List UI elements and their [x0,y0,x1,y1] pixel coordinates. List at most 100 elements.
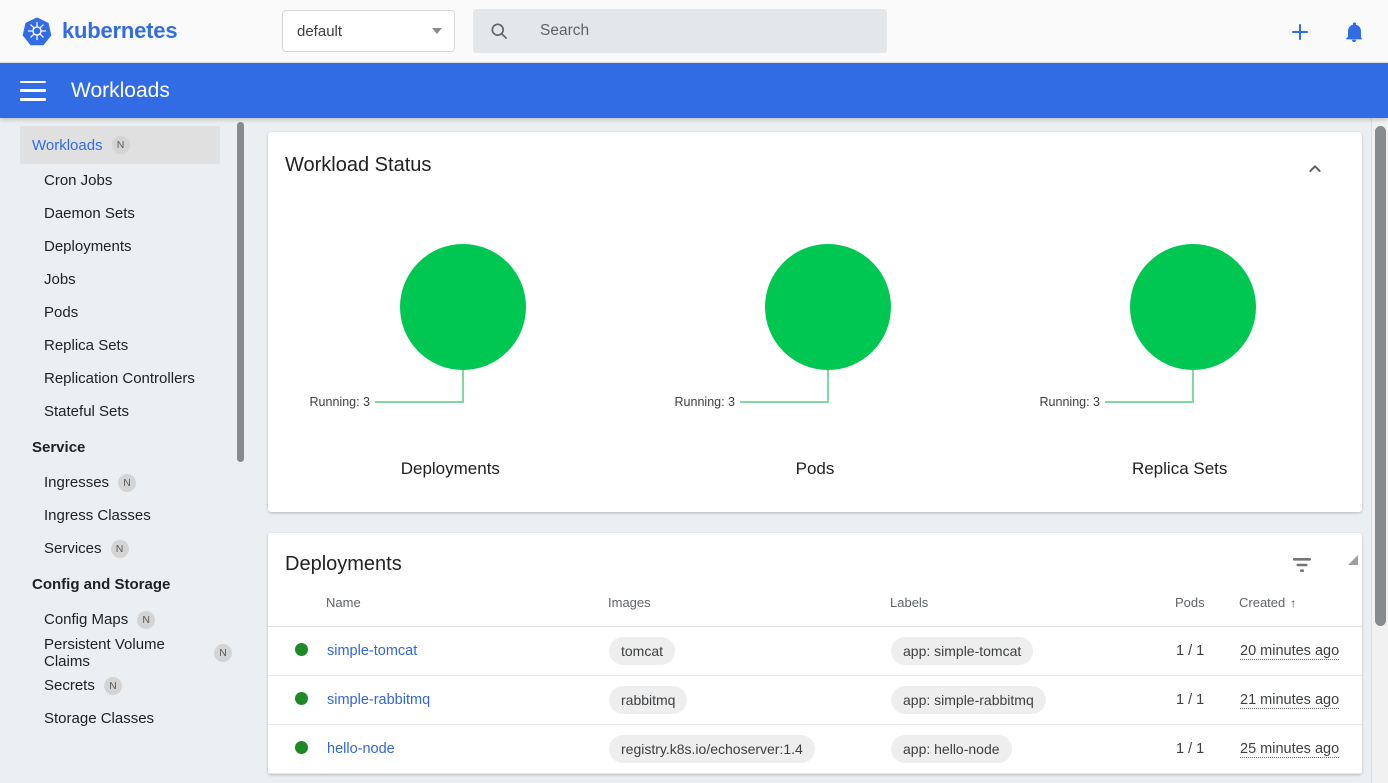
namespace-value: default [297,23,432,40]
namespace-selector[interactable]: default [282,10,455,52]
pie-slice-running[interactable] [765,244,891,370]
leader-line [375,370,463,402]
sidebar-item-ingresses[interactable]: Ingresses N [0,466,232,499]
leader-line [740,370,828,402]
created-timestamp: 25 minutes ago [1240,741,1339,758]
namespaced-badge: N [214,644,232,662]
replica-sets-pie-chart[interactable]: Running: 3 [1000,237,1360,437]
sidebar-item-workloads[interactable]: Workloads N [20,126,220,164]
collapse-card-button[interactable] [1304,158,1326,180]
sidebar-item-services[interactable]: Services N [0,532,232,565]
row-name-cell: simple-tomcat [326,627,608,676]
page-app-bar: Workloads [0,63,1388,118]
page-scrollbar-thumb[interactable] [1375,126,1386,626]
sidebar-item-label: Replication Controllers [44,370,195,387]
namespaced-badge: N [111,540,129,558]
deployments-card-header: Deployments [268,533,1362,595]
pie-label-running: Running: 3 [310,395,371,409]
topbar-actions [1284,0,1370,63]
sidebar-item-label: Persistent Volume Claims [44,636,205,670]
main-content: Workload Status Running: 3 Deployments [248,118,1371,783]
sidebar-item-label: Jobs [44,271,76,288]
table-row[interactable]: simple-tomcat tomcat app: simple-tomcat … [268,627,1362,676]
sidebar-item-replication-controllers[interactable]: Replication Controllers [0,362,232,395]
sidebar-item-pods[interactable]: Pods [0,296,232,329]
table-row[interactable]: hello-node registry.k8s.io/echoserver:1.… [268,725,1362,774]
row-pods-cell: 1 / 1 [1175,725,1239,774]
pie-label-running: Running: 3 [1039,395,1100,409]
sidebar-item-deployments[interactable]: Deployments [0,230,232,263]
page-title: Workloads [71,79,170,103]
chart-title-replica-sets: Replica Sets [1132,459,1227,479]
deployments-table: Name Images Labels Pods Created↑ simple-… [268,595,1362,774]
sidebar-item-label: Config Maps [44,611,128,628]
deployments-pie-chart[interactable]: Running: 3 [270,237,630,437]
brand[interactable]: kubernetes [22,16,244,46]
namespaced-badge: N [112,136,130,154]
notifications-button[interactable] [1338,16,1370,48]
image-chip: registry.k8s.io/echoserver:1.4 [609,735,815,763]
row-name-cell: simple-rabbitmq [326,676,608,725]
chart-replica-sets: Running: 3 Replica Sets [997,237,1362,479]
table-row[interactable]: simple-rabbitmq rabbitmq app: simple-rab… [268,676,1362,725]
sidebar-item-cron-jobs[interactable]: Cron Jobs [0,164,232,197]
pie-slice-running[interactable] [400,244,526,370]
row-status-cell [268,627,326,676]
search-input[interactable] [538,21,871,41]
pods-pie-chart[interactable]: Running: 3 [635,237,995,437]
row-labels-cell: app: hello-node [890,725,1175,774]
sidebar-item-ingress-classes[interactable]: Ingress Classes [0,499,232,532]
sidebar-item-storage-classes[interactable]: Storage Classes [0,702,232,735]
chart-pods: Running: 3 Pods [633,237,998,479]
sidebar-item-jobs[interactable]: Jobs [0,263,232,296]
column-header-created-label: Created [1239,595,1285,610]
row-images-cell: tomcat [608,627,890,676]
chevron-down-icon [432,28,442,34]
pie-slice-running[interactable] [1130,244,1256,370]
sidebar-item-daemon-sets[interactable]: Daemon Sets [0,197,232,230]
label-chip: app: simple-tomcat [891,637,1033,665]
row-labels-cell: app: simple-rabbitmq [890,676,1175,725]
column-header-pods[interactable]: Pods [1175,595,1239,627]
page-scrollbar[interactable] [1371,118,1388,783]
resize-grip-icon[interactable] [1348,555,1358,565]
namespaced-badge: N [118,474,136,492]
kubernetes-helm-logo [22,16,52,46]
leader-line [1105,370,1193,402]
sidebar-item-label: Workloads [32,137,103,154]
workload-status-card: Workload Status Running: 3 Deployments [268,132,1362,512]
column-header-images[interactable]: Images [608,595,890,627]
column-header-name[interactable]: Name [326,595,608,627]
add-resource-button[interactable] [1284,16,1316,48]
sidebar-item-stateful-sets[interactable]: Stateful Sets [0,395,232,428]
sidebar-item-label: Pods [44,304,78,321]
sidebar-item-label: Storage Classes [44,710,154,727]
sidebar-item-label: Replica Sets [44,337,128,354]
column-header-created[interactable]: Created↑ [1239,595,1362,627]
search-bar[interactable] [473,9,887,53]
sidebar-scrollbar-thumb[interactable] [237,122,244,462]
row-created-cell: 21 minutes ago [1239,676,1362,725]
bell-icon [1342,20,1366,44]
column-header-labels[interactable]: Labels [890,595,1175,627]
filter-button[interactable] [1290,553,1314,577]
created-timestamp: 20 minutes ago [1240,643,1339,660]
sidebar-item-secrets[interactable]: Secrets N [0,669,232,702]
row-status-cell [268,725,326,774]
deployment-link[interactable]: hello-node [327,741,395,757]
sidebar-scrollbar[interactable] [236,118,245,783]
hamburger-menu-icon[interactable] [20,81,46,101]
search-icon [489,21,509,41]
label-chip: app: hello-node [891,735,1012,763]
deployment-link[interactable]: simple-rabbitmq [327,692,430,708]
chart-title-deployments: Deployments [401,459,500,479]
pie-label-running: Running: 3 [675,395,736,409]
status-dot-running [295,692,308,705]
sidebar-item-replica-sets[interactable]: Replica Sets [0,329,232,362]
sidebar-item-config-maps[interactable]: Config Maps N [0,603,232,636]
workload-status-title: Workload Status [268,132,1362,177]
sidebar-item-persistent-volume-claims[interactable]: Persistent Volume Claims N [0,636,232,669]
sidebar-item-label: Stateful Sets [44,403,129,420]
sidebar-item-label: Deployments [44,238,132,255]
deployment-link[interactable]: simple-tomcat [327,643,417,659]
